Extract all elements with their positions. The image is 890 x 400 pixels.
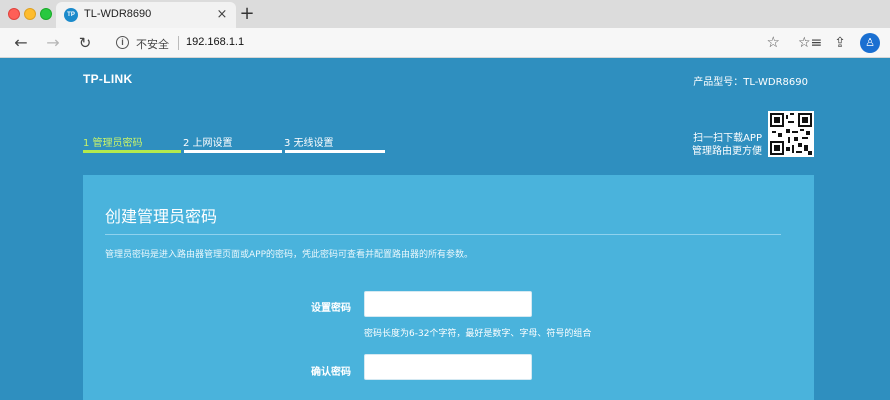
favorites-icon[interactable]: ☆≡ xyxy=(798,33,822,53)
product-model: 产品型号：TL-WDR8690 xyxy=(693,77,808,88)
password-hint: 密码长度为6-32个字符，最好是数字、字母、符号的组合 xyxy=(364,329,592,339)
step-wireless-settings: 3 无线设置 xyxy=(284,138,334,149)
app-download-text: 扫一扫下载APP 管理路由更方便 xyxy=(692,132,762,158)
qr-line-2: 管理路由更方便 xyxy=(692,146,762,157)
reload-icon[interactable]: ↻ xyxy=(74,32,96,54)
confirm-password-label: 确认密码 xyxy=(311,367,351,378)
share-icon[interactable]: ⇪ xyxy=(830,33,850,53)
confirm-password-input[interactable] xyxy=(364,354,532,380)
step-progress-bar-3 xyxy=(285,150,385,153)
browser-tab-bar: TP TL-WDR8690 × + xyxy=(0,0,890,28)
profile-avatar-icon[interactable]: ♙ xyxy=(860,33,880,53)
step-admin-password: 1 管理员密码 xyxy=(83,138,143,149)
panel-description: 管理员密码是进入路由器管理页面或APP的密码，凭此密码可查看并配置路由器的所有参… xyxy=(105,250,474,260)
close-icon[interactable]: × xyxy=(214,7,230,23)
minimize-window-button[interactable] xyxy=(24,8,36,20)
step-progress-bar-1 xyxy=(83,150,181,153)
url-text[interactable]: 192.168.1.1 xyxy=(186,36,244,48)
set-password-input[interactable] xyxy=(364,291,532,317)
browser-toolbar: ← → ↻ i 不安全 192.168.1.1 ☆ ☆≡ ⇪ ♙ xyxy=(0,28,890,58)
security-status[interactable]: 不安全 xyxy=(136,36,169,52)
tp-link-favicon-icon: TP xyxy=(64,8,78,22)
panel-title: 创建管理员密码 xyxy=(105,207,218,226)
qr-line-1: 扫一扫下载APP xyxy=(693,133,762,144)
forward-arrow-icon[interactable]: → xyxy=(42,32,64,54)
admin-password-panel: 创建管理员密码 管理员密码是进入路由器管理页面或APP的密码，凭此密码可查看并配… xyxy=(83,175,814,400)
back-arrow-icon[interactable]: ← xyxy=(10,32,32,54)
qr-code-icon xyxy=(768,111,814,157)
new-tab-button[interactable]: + xyxy=(238,4,256,24)
step-internet-settings: 2 上网设置 xyxy=(183,138,233,149)
tp-link-logo: TP-LINK xyxy=(83,72,133,86)
maximize-window-button[interactable] xyxy=(40,8,52,20)
set-password-label: 设置密码 xyxy=(311,303,351,314)
tab-title: TL-WDR8690 xyxy=(84,8,152,20)
step-progress-bar-2 xyxy=(184,150,282,153)
star-icon[interactable]: ☆ xyxy=(767,33,780,51)
close-window-button[interactable] xyxy=(8,8,20,20)
browser-tab[interactable]: TP TL-WDR8690 × xyxy=(56,2,236,28)
panel-divider xyxy=(105,234,781,235)
info-icon[interactable]: i xyxy=(116,36,129,49)
address-bar[interactable]: i 不安全 192.168.1.1 ☆ xyxy=(106,31,786,55)
address-divider xyxy=(178,36,179,50)
router-setup-page: TP-LINK 产品型号：TL-WDR8690 1 管理员密码 2 上网设置 3… xyxy=(0,59,890,400)
